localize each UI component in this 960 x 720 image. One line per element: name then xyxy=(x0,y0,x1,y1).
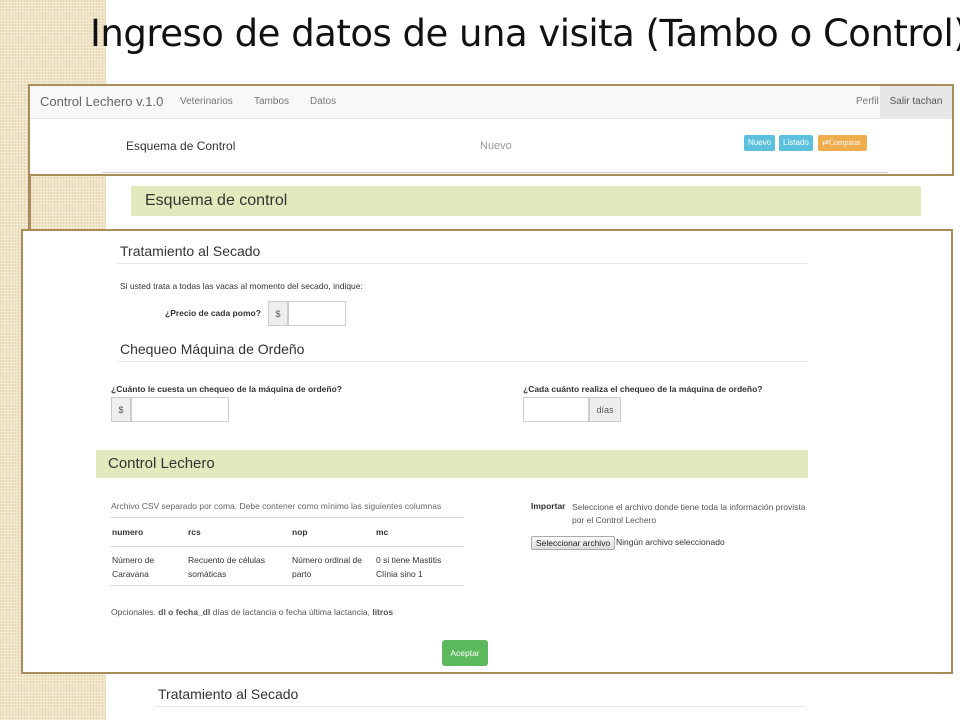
page-title: Esquema de Control xyxy=(126,139,236,153)
optional-prefix: Opcionales. xyxy=(111,607,156,617)
csv-columns-table: numero rcs nop mc Número de Caravana Rec… xyxy=(110,517,464,586)
table-cell: Recuento de células somáticas xyxy=(186,546,290,586)
nav-link-veterinarios[interactable]: Veterinarios xyxy=(180,96,233,107)
secado-title-repeat: Tratamiento al Secado xyxy=(158,686,299,702)
app-header-panel: Control Lechero v.1.0 Veterinarios Tambo… xyxy=(28,84,954,176)
frecuencia-chequeo-input[interactable] xyxy=(523,397,589,422)
nav-link-tambos[interactable]: Tambos xyxy=(254,96,289,107)
listado-button[interactable]: Listado xyxy=(779,135,813,151)
nav-link-perfil[interactable]: Perfil xyxy=(856,96,879,107)
optional-columns-note: Opcionales. dl o fecha_dl días de lactan… xyxy=(111,607,393,617)
column-header: rcs xyxy=(186,517,290,547)
optional-litros: litros xyxy=(372,607,394,617)
comparar-button[interactable]: ⇄Comparar xyxy=(818,135,867,151)
frecuencia-chequeo-group: días xyxy=(523,397,621,422)
maquina-divider xyxy=(117,361,807,362)
table-cell: Número ordinal de parto xyxy=(290,546,374,586)
header-divider xyxy=(102,172,888,173)
secado-divider xyxy=(117,263,807,264)
table-cell: Número de Caravana xyxy=(110,546,186,586)
import-help: Seleccione el archivo donde tiene toda l… xyxy=(572,502,806,525)
nuevo-button[interactable]: Nuevo xyxy=(744,135,776,151)
slide-title: Ingreso de datos de una visita (Tambo o … xyxy=(90,12,960,55)
table-cell: 0 si tiene Mastitis Clínia sino 1 xyxy=(374,546,464,586)
column-header: nop xyxy=(290,517,374,547)
table-row: Número de Caravana Recuento de células s… xyxy=(110,546,464,586)
precio-pomo-label: ¿Precio de cada pomo? xyxy=(165,308,261,318)
dias-addon: días xyxy=(589,397,621,422)
optional-dl: dl o fecha_dl xyxy=(158,607,211,617)
csv-note: Archivo CSV separado por coma. Debe cont… xyxy=(111,501,442,511)
maquina-title: Chequeo Máquina de Ordeño xyxy=(120,341,305,357)
navbar: Control Lechero v.1.0 Veterinarios Tambo… xyxy=(30,86,952,119)
precio-pomo-group: $ xyxy=(268,301,346,326)
frecuencia-chequeo-label: ¿Cada cuánto realiza el chequeo de la má… xyxy=(523,384,763,394)
nav-link-logout[interactable]: Salir tachan xyxy=(880,86,952,118)
section-header-control-lechero: Control Lechero xyxy=(96,450,808,478)
bottom-divider xyxy=(155,706,805,707)
file-status: Ningún archivo seleccionado xyxy=(616,537,725,547)
costo-chequeo-input[interactable] xyxy=(131,397,229,422)
column-header: numero xyxy=(110,517,186,547)
form-panel: Tratamiento al Secado Si usted trata a t… xyxy=(21,229,953,674)
secado-intro: Si usted trata a todas las vacas al mome… xyxy=(120,281,363,291)
import-label: Importar xyxy=(531,501,566,511)
select-file-button[interactable]: Seleccionar archivo xyxy=(531,536,616,550)
panel-connector xyxy=(28,176,31,232)
nav-link-datos[interactable]: Datos xyxy=(310,96,336,107)
aceptar-button[interactable]: Aceptar xyxy=(442,640,488,666)
costo-chequeo-label: ¿Cuánto le cuesta un chequeo de la máqui… xyxy=(111,384,342,394)
page-state: Nuevo xyxy=(480,140,512,152)
column-header: mc xyxy=(374,517,464,547)
precio-pomo-input[interactable] xyxy=(288,301,346,326)
secado-title: Tratamiento al Secado xyxy=(120,243,261,259)
currency-addon: $ xyxy=(111,397,131,422)
optional-mid: días de lactancia o fecha última lactanc… xyxy=(212,607,370,617)
costo-chequeo-group: $ xyxy=(111,397,229,422)
section-header-esquema: Esquema de control xyxy=(131,186,921,216)
navbar-brand[interactable]: Control Lechero v.1.0 xyxy=(40,94,163,109)
currency-addon: $ xyxy=(268,301,288,326)
